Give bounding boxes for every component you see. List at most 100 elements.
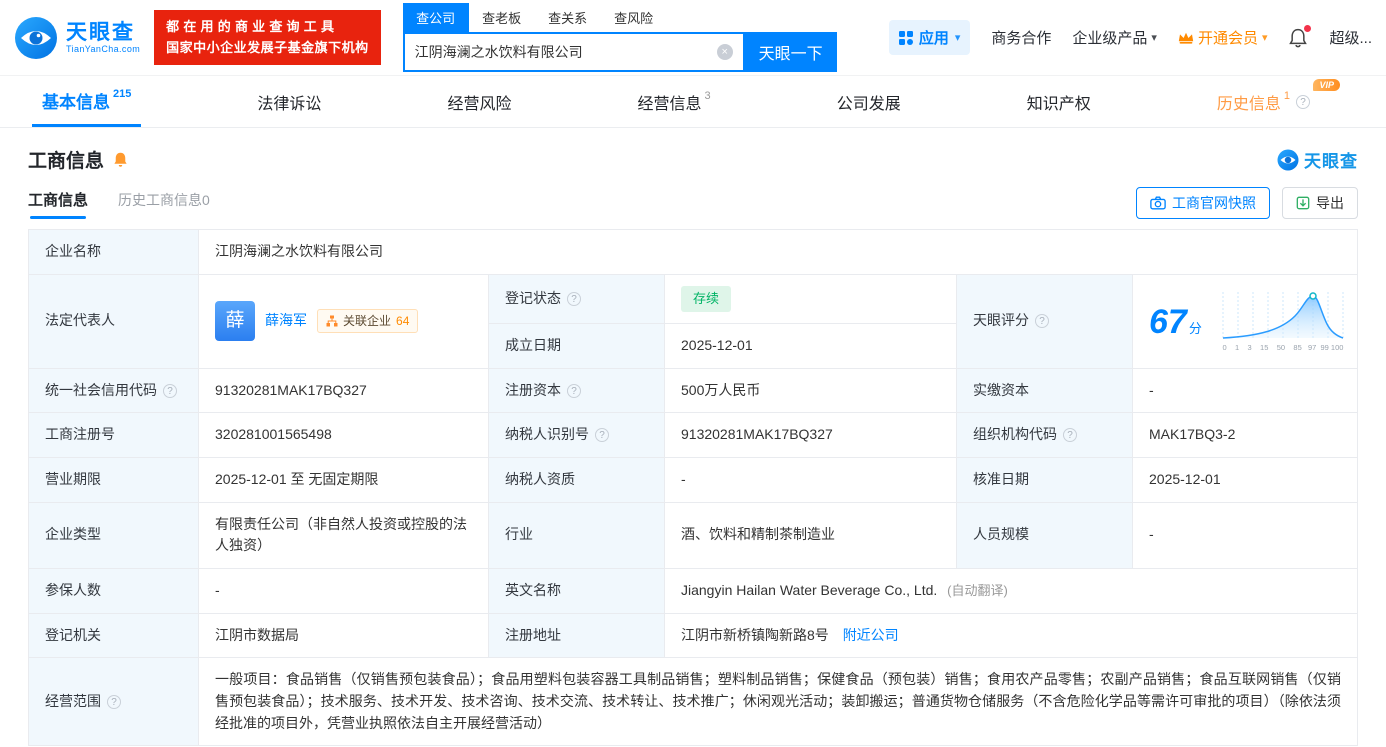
address-value: 江阴市新桥镇陶新路8号 附近公司 bbox=[665, 613, 1358, 658]
business-scope-label: 经营范围 bbox=[29, 658, 199, 746]
section-header: 工商信息 天眼查 bbox=[0, 128, 1386, 177]
registry-value: 江阴市数据局 bbox=[199, 613, 489, 658]
tianyancha-logo[interactable]: 天眼查 TianYanCha.com bbox=[14, 16, 140, 60]
search-tab-risk[interactable]: 查风险 bbox=[601, 3, 667, 32]
row-credit-code: 统一社会信用代码 91320281MAK17BQ327 注册资本 500万人民币… bbox=[29, 368, 1358, 413]
export-button[interactable]: 导出 bbox=[1282, 187, 1358, 219]
apps-label: 应用 bbox=[919, 27, 949, 48]
score-axis-labels: 0 1 3 15 50 85 97 99 100 bbox=[1223, 342, 1344, 354]
legal-rep-avatar[interactable]: 薛 bbox=[215, 301, 255, 341]
status-badge: 存续 bbox=[681, 286, 731, 312]
company-type-label: 企业类型 bbox=[29, 502, 199, 568]
row-insured: 参保人数 - 英文名称 Jiangyin Hailan Water Bevera… bbox=[29, 568, 1358, 613]
score-value: 67 bbox=[1149, 303, 1187, 341]
menu-enterprise-product[interactable]: 企业级产品 ▾ bbox=[1072, 27, 1157, 48]
org-chart-icon bbox=[326, 315, 338, 327]
tab-legal-proceedings[interactable]: 法律诉讼 bbox=[247, 76, 331, 127]
menu-super-vip[interactable]: 超级... bbox=[1329, 27, 1372, 48]
clear-search-icon[interactable]: × bbox=[717, 44, 733, 60]
legal-rep-name-link[interactable]: 薛海军 bbox=[265, 310, 307, 332]
tab-basic-info[interactable]: 基本信息 215 bbox=[32, 76, 141, 127]
menu-business-cooperation[interactable]: 商务合作 bbox=[991, 27, 1051, 48]
taxpayer-id-value: 91320281MAK17BQ327 bbox=[665, 413, 957, 458]
credit-code-label: 统一社会信用代码 bbox=[29, 368, 199, 413]
help-icon[interactable] bbox=[595, 428, 609, 442]
search-tab-relation[interactable]: 查关系 bbox=[535, 3, 601, 32]
company-type-value: 有限责任公司（非自然人投资或控股的法人独资） bbox=[199, 502, 489, 568]
tab-history-info[interactable]: 历史信息 1 VIP bbox=[1207, 76, 1320, 127]
menu-open-vip[interactable]: 开通会员 ▾ bbox=[1178, 27, 1268, 48]
reg-status-label: 登记状态 bbox=[489, 274, 665, 323]
official-snapshot-button[interactable]: 工商官网快照 bbox=[1136, 187, 1270, 219]
help-icon[interactable] bbox=[567, 292, 581, 306]
search-tab-company[interactable]: 查公司 bbox=[403, 3, 469, 32]
nearby-companies-link[interactable]: 附近公司 bbox=[843, 627, 899, 643]
paid-capital-value: - bbox=[1133, 368, 1358, 413]
watermark-text: 天眼查 bbox=[1304, 147, 1358, 172]
promo-line2: 国家中小企业发展子基金旗下机构 bbox=[166, 38, 369, 58]
chevron-down-icon: ▾ bbox=[1151, 31, 1157, 44]
tab-operation-count: 3 bbox=[705, 90, 711, 102]
business-term-label: 营业期限 bbox=[29, 457, 199, 502]
business-info-table: 企业名称 江阴海澜之水饮料有限公司 法定代表人 薛 薛海军 bbox=[28, 229, 1358, 746]
score-unit: 分 bbox=[1189, 321, 1202, 336]
paid-capital-label: 实缴资本 bbox=[957, 368, 1133, 413]
address-label: 注册地址 bbox=[489, 613, 665, 658]
grid-icon bbox=[899, 31, 913, 45]
promo-line1: 都在用的商业查询工具 bbox=[166, 17, 369, 37]
subtab-history-business-info[interactable]: 历史工商信息0 bbox=[118, 190, 210, 219]
help-icon[interactable] bbox=[1296, 95, 1310, 109]
legal-rep-value: 薛 薛海军 关联企业 64 bbox=[199, 274, 489, 368]
industry-label: 行业 bbox=[489, 502, 665, 568]
help-icon[interactable] bbox=[107, 695, 121, 709]
tab-company-development[interactable]: 公司发展 bbox=[827, 76, 911, 127]
company-name-label: 企业名称 bbox=[29, 230, 199, 275]
section-title: 工商信息 bbox=[28, 146, 104, 173]
top-header: 天眼查 TianYanCha.com 都在用的商业查询工具 国家中小企业发展子基… bbox=[0, 0, 1386, 76]
org-code-label: 组织机构代码 bbox=[957, 413, 1133, 458]
subtab-business-info[interactable]: 工商信息 bbox=[28, 189, 88, 219]
tab-basic-count: 215 bbox=[113, 88, 131, 100]
chevron-down-icon: ▾ bbox=[1262, 31, 1268, 44]
reg-status-value: 存续 bbox=[665, 274, 957, 323]
registry-label: 登记机关 bbox=[29, 613, 199, 658]
tab-operating-risk[interactable]: 经营风险 bbox=[437, 76, 521, 127]
reg-capital-value: 500万人民币 bbox=[665, 368, 957, 413]
search-tab-boss[interactable]: 查老板 bbox=[469, 3, 535, 32]
row-legal-rep-status: 法定代表人 薛 薛海军 关联企业 bbox=[29, 274, 1358, 323]
search-input[interactable] bbox=[415, 44, 717, 60]
legal-rep-label: 法定代表人 bbox=[29, 274, 199, 368]
business-scope-value: 一般项目：食品销售（仅销售预包装食品）；食品用塑料包装容器工具制品销售；塑料制品… bbox=[199, 658, 1358, 746]
notification-dot bbox=[1304, 25, 1311, 32]
row-company-type: 企业类型 有限责任公司（非自然人投资或控股的法人独资） 行业 酒、饮料和精制茶制… bbox=[29, 502, 1358, 568]
tianyancha-watermark: 天眼查 bbox=[1277, 147, 1358, 172]
notifications-button[interactable] bbox=[1288, 27, 1308, 49]
page: 天眼查 TianYanCha.com 都在用的商业查询工具 国家中小企业发展子基… bbox=[0, 0, 1386, 746]
help-icon[interactable] bbox=[1035, 314, 1049, 328]
tab-intellectual-property[interactable]: 知识产权 bbox=[1017, 76, 1101, 127]
company-name-value: 江阴海澜之水饮料有限公司 bbox=[199, 230, 1358, 275]
brand-domain: TianYanCha.com bbox=[66, 44, 140, 54]
insured-count-value: - bbox=[199, 568, 489, 613]
search-button[interactable]: 天眼一下 bbox=[745, 32, 837, 72]
tab-operating-info[interactable]: 经营信息 3 bbox=[628, 76, 721, 127]
insured-count-label: 参保人数 bbox=[29, 568, 199, 613]
row-registry: 登记机关 江阴市数据局 注册地址 江阴市新桥镇陶新路8号 附近公司 bbox=[29, 613, 1358, 658]
related-companies-badge[interactable]: 关联企业 64 bbox=[317, 309, 418, 333]
top-menu: 应用 ▾ 商务合作 企业级产品 ▾ 开通会员 ▾ bbox=[889, 20, 1372, 55]
taxpayer-quality-label: 纳税人资质 bbox=[489, 457, 665, 502]
help-icon[interactable] bbox=[1063, 428, 1077, 442]
tianyancha-eye-icon bbox=[1277, 149, 1299, 171]
english-name-value: Jiangyin Hailan Water Beverage Co., Ltd.… bbox=[665, 568, 1358, 613]
crown-icon bbox=[1178, 31, 1194, 45]
subtabs-row: 工商信息 历史工商信息0 工商官网快照 导出 bbox=[0, 177, 1386, 229]
industry-value: 酒、饮料和精制茶制造业 bbox=[665, 502, 957, 568]
help-icon[interactable] bbox=[567, 384, 581, 398]
monitor-bell-icon[interactable] bbox=[112, 151, 129, 168]
auto-translate-note: (自动翻译) bbox=[947, 583, 1008, 598]
help-icon[interactable] bbox=[163, 384, 177, 398]
chevron-down-icon: ▾ bbox=[955, 31, 961, 44]
promo-banner: 都在用的商业查询工具 国家中小企业发展子基金旗下机构 bbox=[154, 10, 381, 64]
staff-size-label: 人员规模 bbox=[957, 502, 1133, 568]
apps-menu-button[interactable]: 应用 ▾ bbox=[889, 20, 971, 55]
